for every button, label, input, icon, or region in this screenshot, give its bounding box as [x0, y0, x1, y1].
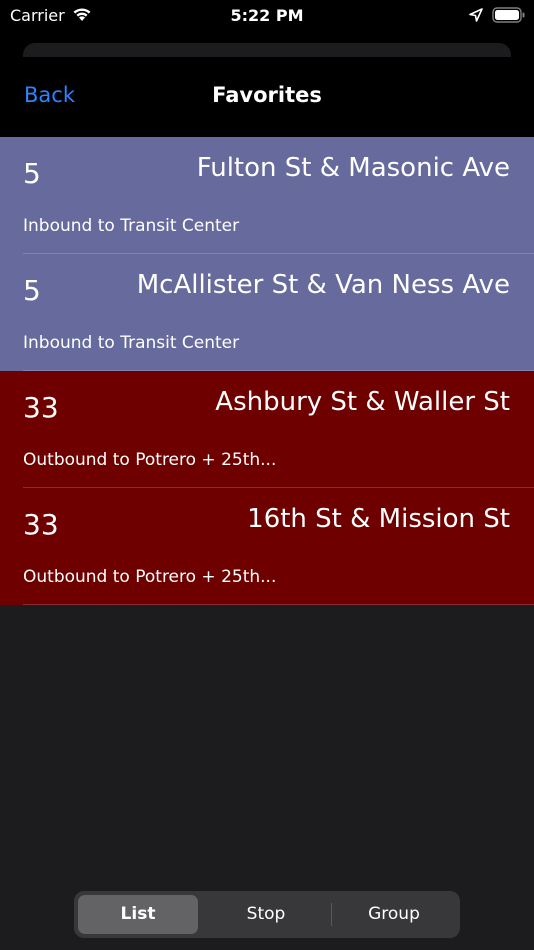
segment-list[interactable]: List [78, 895, 198, 934]
route-number: 5 [23, 274, 41, 307]
row-divider [23, 604, 534, 605]
direction-label: Outbound to Potrero + 25th... [23, 450, 277, 470]
favorite-row[interactable]: 33 16th St & Mission St Outbound to Potr… [0, 488, 534, 605]
favorite-row[interactable]: 33 Ashbury St & Waller St Outbound to Po… [0, 371, 534, 488]
segment-stop[interactable]: Stop [204, 895, 328, 934]
sheet-handle [23, 43, 511, 57]
route-number: 5 [23, 157, 41, 190]
direction-label: Inbound to Transit Center [23, 216, 240, 236]
route-number: 33 [23, 391, 59, 424]
route-number: 33 [23, 508, 59, 541]
location-arrow-icon [468, 7, 484, 27]
stop-name: 16th St & Mission St [247, 504, 510, 534]
direction-label: Inbound to Transit Center [23, 333, 240, 353]
battery-icon [492, 6, 526, 28]
favorites-list: 5 Fulton St & Masonic Ave Inbound to Tra… [0, 137, 534, 605]
stop-name: Ashbury St & Waller St [215, 387, 510, 417]
view-mode-segmented-control: List Stop Group [74, 891, 460, 938]
status-time: 5:22 PM [230, 6, 304, 25]
segment-group[interactable]: Group [332, 895, 456, 934]
navigation-bar: Back Favorites [0, 32, 534, 137]
favorite-row[interactable]: 5 McAllister St & Van Ness Ave Inbound t… [0, 254, 534, 371]
direction-label: Outbound to Potrero + 25th... [23, 567, 277, 587]
page-title: Favorites [212, 83, 322, 107]
stop-name: McAllister St & Van Ness Ave [136, 270, 510, 300]
stop-name: Fulton St & Masonic Ave [196, 153, 510, 183]
favorite-row[interactable]: 5 Fulton St & Masonic Ave Inbound to Tra… [0, 137, 534, 254]
status-bar: Carrier 5:22 PM [0, 0, 534, 32]
